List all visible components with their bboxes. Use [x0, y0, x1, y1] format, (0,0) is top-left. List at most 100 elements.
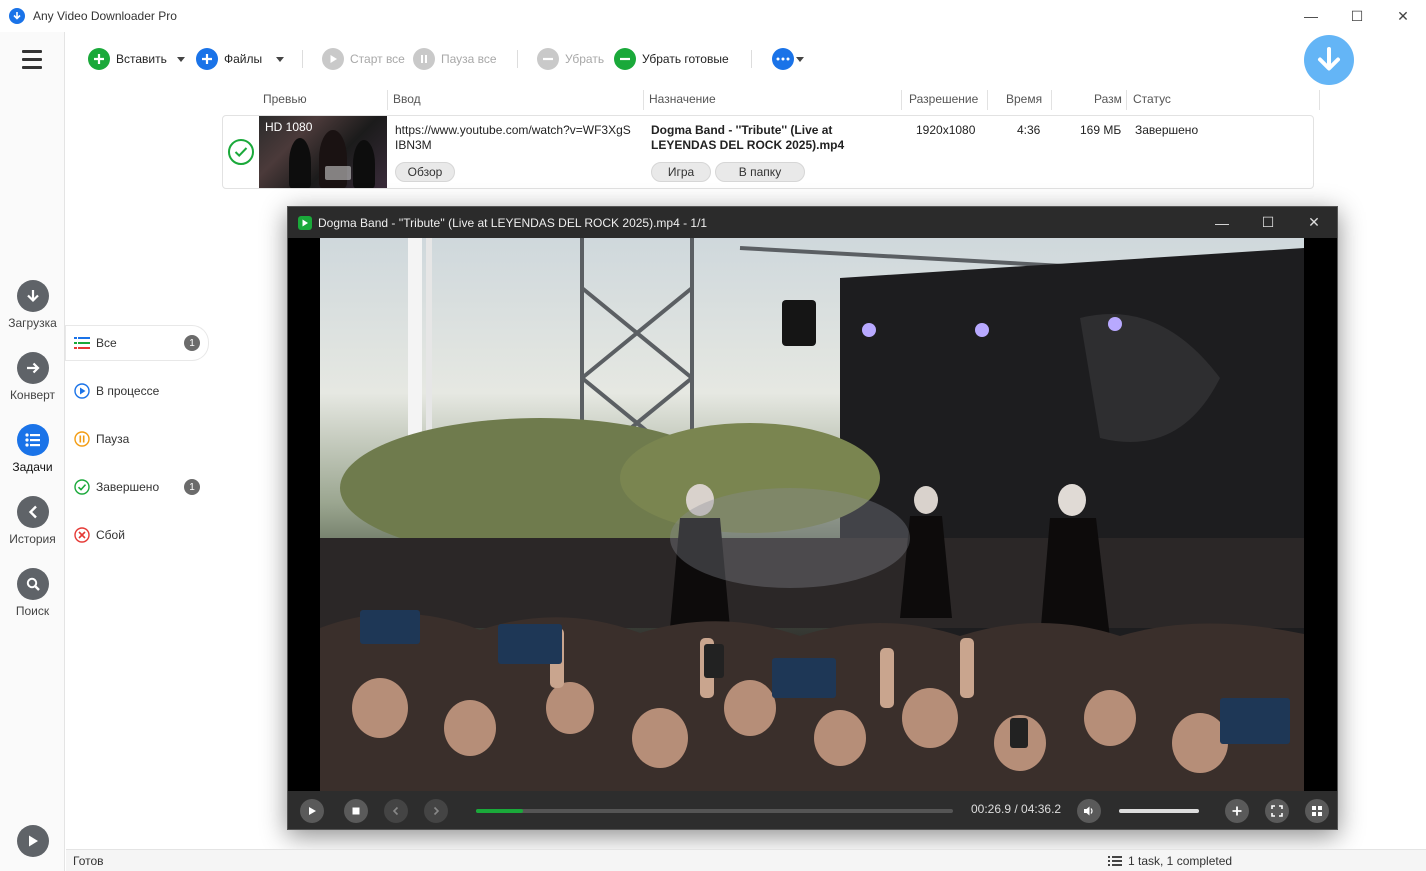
play-file-button[interactable]: Игра [651, 162, 711, 182]
column-input[interactable]: Ввод [393, 92, 421, 106]
pause-all-label: Пауза все [441, 52, 497, 66]
filter-panel: Все 1 В процессе Пауза Завершено 1 Сбой [66, 326, 208, 566]
filter-all[interactable]: Все 1 [66, 326, 208, 360]
column-destination[interactable]: Назначение [649, 92, 716, 106]
player-title-bar: Dogma Band - ''Tribute'' (Live at LEYEND… [288, 207, 1337, 238]
pause-all-button[interactable]: Пауза все [413, 47, 497, 71]
divider [751, 50, 752, 68]
more-button[interactable] [772, 47, 804, 71]
player-timecode: 00:26.9 / 04:36.2 [971, 802, 1062, 816]
sidebar-item-convert[interactable]: Конверт [0, 352, 65, 402]
sidebar-item-label: Поиск [15, 604, 50, 618]
volume-slider[interactable] [1119, 809, 1199, 813]
filter-label: Пауза [96, 432, 130, 446]
search-icon [16, 568, 49, 600]
column-resolution[interactable]: Разрешение [909, 92, 978, 106]
big-download-button[interactable] [1304, 35, 1354, 85]
close-button[interactable]: ✕ [1380, 0, 1426, 32]
window-title: Any Video Downloader Pro [33, 9, 177, 23]
files-button[interactable]: Файлы [196, 47, 285, 71]
filter-paused[interactable]: Пауза [66, 422, 208, 456]
chevron-right-icon [433, 806, 440, 816]
concert-scene-image [320, 238, 1304, 792]
status-value: Завершено [1135, 123, 1199, 137]
download-icon [1318, 47, 1340, 71]
plus-icon [88, 48, 110, 70]
player-controls: 00:26.9 / 04:36.2 [288, 791, 1337, 829]
minimize-button[interactable]: — [1288, 0, 1334, 32]
divider [517, 50, 518, 68]
play-icon [16, 825, 49, 857]
player-close-button[interactable]: ✕ [1291, 207, 1337, 238]
remove-done-button[interactable]: Убрать готовые [614, 47, 729, 71]
sidebar-item-history[interactable]: История [0, 496, 65, 546]
filter-label: В процессе [96, 384, 160, 398]
filter-completed[interactable]: Завершено 1 [66, 470, 208, 504]
player-minimize-button[interactable]: — [1199, 207, 1245, 238]
player-next-button[interactable] [424, 799, 448, 823]
filter-label: Все [96, 336, 117, 350]
plus-icon [196, 48, 218, 70]
browse-button[interactable]: Обзор [395, 162, 455, 182]
start-all-button[interactable]: Старт все [322, 47, 405, 71]
title-bar: Any Video Downloader Pro — ☐ ✕ [0, 0, 1426, 32]
error-circle-icon [74, 527, 90, 543]
filter-label: Завершено [96, 480, 160, 494]
pause-icon [413, 48, 435, 70]
destination-file: Dogma Band - ''Tribute'' (Live at LEYEND… [651, 123, 845, 152]
paste-button[interactable]: Вставить [88, 47, 185, 71]
remove-done-label: Убрать готовые [642, 52, 729, 66]
sidebar-item-label: Загрузка [8, 316, 57, 330]
sidebar-item-label: Конверт [9, 388, 56, 402]
plus-icon [1232, 806, 1242, 816]
paste-label: Вставить [116, 52, 167, 66]
play-circle-icon [74, 383, 90, 399]
player-zoom-in-button[interactable] [1225, 799, 1249, 823]
maximize-button[interactable]: ☐ [1334, 0, 1380, 32]
play-button[interactable] [0, 825, 65, 857]
history-icon [16, 496, 49, 528]
player-play-button[interactable] [300, 799, 324, 823]
column-time[interactable]: Время [1006, 92, 1042, 106]
player-stop-button[interactable] [344, 799, 368, 823]
column-status[interactable]: Статус [1133, 92, 1171, 106]
sidebar-item-tasks[interactable]: Задачи [0, 424, 65, 474]
chevron-down-icon[interactable] [176, 56, 185, 62]
player-title: Dogma Band - ''Tribute'' (Live at LEYEND… [318, 215, 708, 230]
source-url: https://www.youtube.com/watch?v=WF3XgS I… [395, 123, 631, 152]
filter-count-badge: 1 [184, 335, 200, 351]
table-row[interactable]: HD 1080 https://www.youtube.com/watch?v=… [222, 115, 1314, 189]
column-size[interactable]: Разм [1094, 92, 1122, 106]
volume-icon [1084, 806, 1093, 816]
sidebar-item-search[interactable]: Поиск [0, 568, 65, 618]
more-icon [772, 48, 794, 70]
video-thumbnail[interactable]: HD 1080 [259, 116, 387, 188]
duration-value: 4:36 [1017, 123, 1041, 137]
filter-in-progress[interactable]: В процессе [66, 374, 208, 408]
filter-failed[interactable]: Сбой [66, 518, 208, 552]
menu-icon[interactable] [22, 50, 42, 74]
video-frame[interactable] [288, 238, 1337, 792]
list-icon [74, 335, 90, 351]
sidebar-item-download[interactable]: Загрузка [0, 280, 65, 330]
video-player-window: Dogma Band - ''Tribute'' (Live at LEYEND… [287, 206, 1338, 830]
resolution-value: 1920x1080 [916, 123, 976, 137]
convert-icon [16, 352, 49, 384]
stop-icon [352, 807, 360, 815]
chevron-down-icon[interactable] [276, 56, 285, 62]
seek-bar[interactable] [476, 809, 953, 813]
remove-label: Убрать [565, 52, 605, 66]
player-maximize-button[interactable]: ☐ [1245, 207, 1291, 238]
size-value: 169 МБ [1080, 123, 1122, 137]
player-volume-button[interactable] [1077, 799, 1101, 823]
fullscreen-icon [1271, 805, 1283, 817]
minus-icon [614, 48, 636, 70]
player-grid-button[interactable] [1305, 799, 1329, 823]
files-label: Файлы [224, 52, 263, 66]
column-preview[interactable]: Превью [263, 92, 307, 106]
player-previous-button[interactable] [384, 799, 408, 823]
chevron-left-icon [392, 806, 399, 816]
player-fullscreen-button[interactable] [1265, 799, 1289, 823]
remove-button[interactable]: Убрать [537, 47, 604, 71]
open-folder-button[interactable]: В папку [715, 162, 805, 182]
